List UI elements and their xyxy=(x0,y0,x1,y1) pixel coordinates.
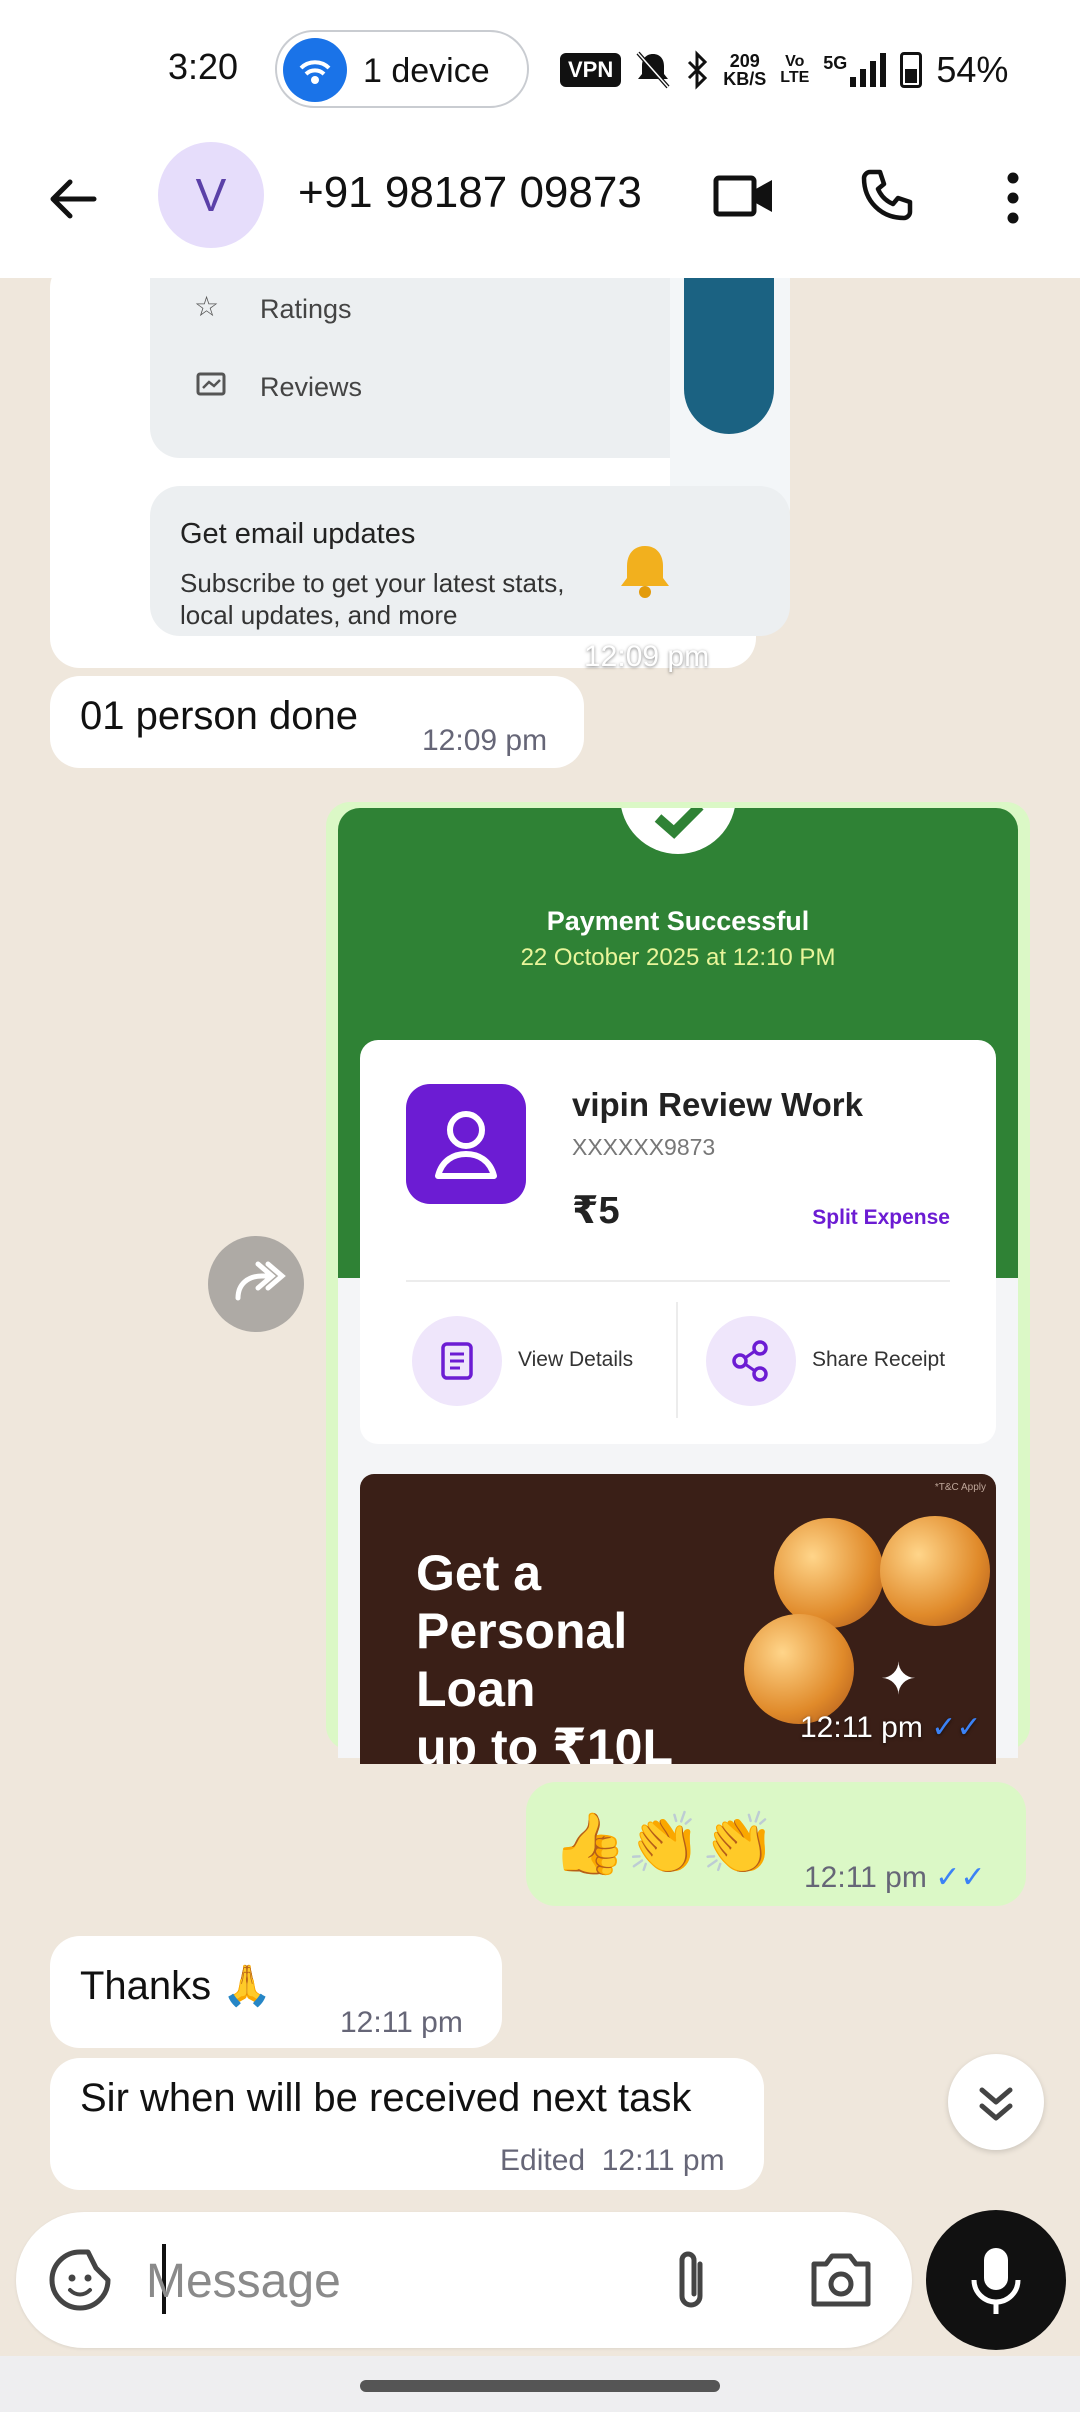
hotspot-label: 1 device xyxy=(363,52,490,90)
voice-message-button[interactable] xyxy=(926,2210,1066,2350)
hotspot-chip[interactable]: 1 device xyxy=(275,30,529,108)
payee-avatar-icon xyxy=(406,1084,526,1204)
message-text: Thanks 🙏 xyxy=(80,1964,273,2008)
divider xyxy=(406,1280,950,1282)
camera-icon[interactable] xyxy=(806,2246,876,2312)
coin-icon xyxy=(880,1516,990,1626)
network-speed: 209 KB/S xyxy=(723,51,767,89)
vpn-icon: VPN xyxy=(560,53,622,87)
message-next-task[interactable]: Sir when will be received next task Edit… xyxy=(50,2058,764,2190)
payee-account: XXXXXX9873 xyxy=(572,1134,716,1160)
contact-name[interactable]: +91 98187 09873 xyxy=(298,168,642,218)
read-receipt-icon: ✓✓ xyxy=(935,1861,986,1894)
split-expense-link: Split Expense xyxy=(812,1206,950,1229)
email-updates-line1: Subscribe to get your latest stats, xyxy=(180,568,565,598)
loan-headline: Get a Personal Loan up to ₹10L xyxy=(416,1545,674,1764)
tc-label: *T&C Apply xyxy=(934,1482,986,1493)
status-bar: 3:20 1 device VPN 209 KB/S Vo LTE 5G 54% xyxy=(0,0,1080,138)
view-details-icon xyxy=(412,1316,502,1406)
email-updates-card: Get email updates Subscribe to get your … xyxy=(150,486,790,636)
payee-name: vipin Review Work xyxy=(572,1086,863,1123)
message-emoji[interactable]: 👍👏👏 12:11 pm ✓✓ xyxy=(526,1782,1026,1906)
message-person-done[interactable]: 01 person done 12:09 pm xyxy=(50,676,584,768)
microphone-icon xyxy=(971,2248,1021,2314)
message-input[interactable] xyxy=(146,2246,646,2316)
read-receipt-icon: ✓✓ xyxy=(931,1711,982,1744)
reviews-icon xyxy=(196,372,226,396)
back-arrow-icon[interactable] xyxy=(44,170,102,228)
bell-icon xyxy=(621,546,669,598)
coin-icon xyxy=(774,1518,884,1628)
share-receipt-label: Share Receipt xyxy=(812,1348,946,1371)
coin-icon xyxy=(744,1614,854,1724)
double-chevron-down-icon xyxy=(979,2087,1013,2121)
star-icon: ☆ xyxy=(194,291,220,322)
battery-icon xyxy=(900,52,923,88)
view-details-label: View Details xyxy=(518,1348,634,1371)
battery-percent: 54% xyxy=(936,49,1009,90)
message-text: 👍👏👏 xyxy=(552,1810,777,1877)
action-separator xyxy=(676,1302,678,1418)
bluetooth-icon xyxy=(688,50,708,90)
more-options-icon[interactable] xyxy=(996,168,1030,228)
message-thanks[interactable]: Thanks 🙏 12:11 pm xyxy=(50,1936,502,2048)
google-blue-pill xyxy=(684,278,774,434)
email-updates-line2: local updates, and more xyxy=(180,600,458,630)
image-message-google[interactable]: ☆ Ratings Reviews ••• Get email updates … xyxy=(50,278,790,673)
status-time: 3:20 xyxy=(168,46,239,87)
share-receipt-icon xyxy=(706,1316,796,1406)
message-text: 01 person done xyxy=(80,694,359,738)
sticker-icon[interactable] xyxy=(44,2244,116,2316)
phone-call-icon[interactable] xyxy=(856,166,916,226)
home-gesture-handle[interactable] xyxy=(360,2380,720,2392)
volte-icon: Vo LTE xyxy=(780,53,810,86)
avatar[interactable]: V xyxy=(158,142,264,248)
message-time: 12:11 pm xyxy=(340,2006,463,2039)
system-nav-bar xyxy=(0,2356,1080,2412)
scroll-down-button[interactable] xyxy=(948,2054,1044,2150)
message-composer xyxy=(16,2212,912,2348)
message-time: 12:11 pm ✓✓ xyxy=(804,1861,986,1894)
message-text: Sir when will be received next task xyxy=(80,2076,692,2120)
message-time: 12:09 pm xyxy=(584,640,710,673)
message-time: 12:11 pm ✓✓ xyxy=(800,1711,982,1744)
status-icons: VPN 209 KB/S Vo LTE 5G 54% xyxy=(560,40,1008,100)
forward-icon xyxy=(235,1261,286,1301)
sparkle-icon: ✦ xyxy=(880,1655,917,1704)
check-icon xyxy=(620,808,736,854)
forward-button[interactable] xyxy=(208,1236,304,1332)
payment-status: Payment Successful xyxy=(546,906,810,936)
payment-datetime: 22 October 2025 at 12:10 PM xyxy=(520,944,836,971)
email-updates-title: Get email updates xyxy=(180,518,416,550)
receipt-card: vipin Review Work XXXXXX9873 ₹5 Split Ex… xyxy=(360,1040,996,1444)
chat-header: V +91 98187 09873 xyxy=(0,138,1080,278)
ratings-label: Ratings xyxy=(260,294,352,324)
message-time: 12:09 pm xyxy=(422,724,548,757)
hotspot-icon xyxy=(283,38,347,102)
message-edited-time: Edited 12:11 pm xyxy=(500,2144,725,2177)
payment-amount: ₹5 xyxy=(572,1190,620,1232)
mute-bell-icon xyxy=(636,51,670,89)
reviews-label: Reviews xyxy=(260,372,363,402)
signal-icon: 5G xyxy=(823,53,887,87)
video-call-icon[interactable] xyxy=(712,168,776,224)
attach-icon[interactable] xyxy=(666,2244,716,2316)
